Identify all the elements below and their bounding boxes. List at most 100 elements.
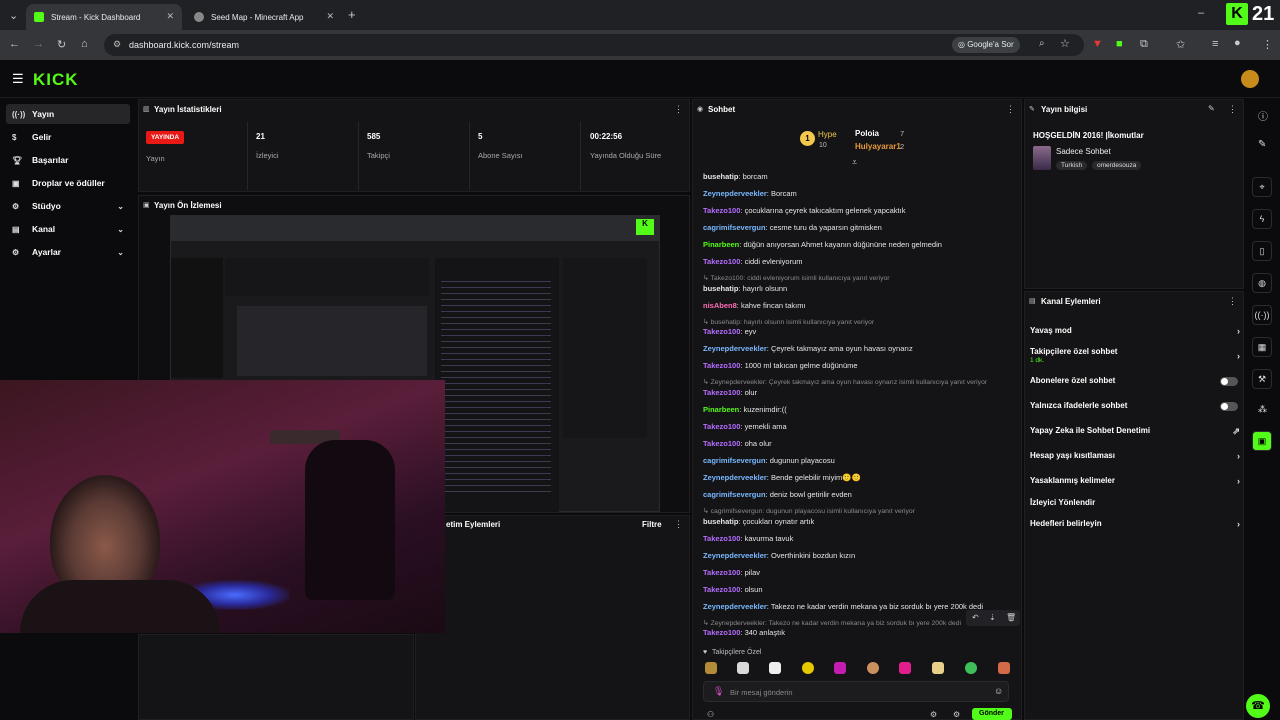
sidebar-item-kanal[interactable]: ▤ Kanal ⌄ <box>6 219 130 239</box>
slow-mode-row[interactable]: Yavaş mod › <box>1030 326 1240 336</box>
subscribers-only-row[interactable]: Abonelere özel sohbet <box>1030 376 1240 386</box>
ai-moderation-row[interactable]: Yapay Zeka ile Sohbet Denetimi ⇗ <box>1030 426 1240 436</box>
chat-username[interactable]: Zeynepderveekler <box>703 551 767 560</box>
chat-message[interactable]: Pinarbeen: düğün anıyorsan Ahmet kayanın… <box>703 240 942 249</box>
chat-username[interactable]: cagrimifsevergun <box>703 223 766 232</box>
rail-help-button[interactable]: ☎ <box>1246 694 1270 718</box>
chat-message[interactable]: Takezo100: ciddi evleniyorum <box>703 257 803 266</box>
chat-message[interactable]: Zeynepderveekler: Takezo ne kadar verdin… <box>703 602 983 611</box>
info-circle-icon[interactable]: ⓘ <box>1258 108 1268 123</box>
pencil-icon[interactable]: ✎ <box>1258 139 1266 150</box>
new-tab-icon[interactable]: + <box>348 7 356 22</box>
emote-icon[interactable] <box>769 662 781 674</box>
chat-message[interactable]: Takezo100: 1000 ml takıcan gelme düğünüm… <box>703 361 858 370</box>
send-button[interactable]: Gönder <box>972 708 1012 720</box>
bookmark-star-icon[interactable]: ☆ <box>1060 37 1070 50</box>
close-tab-icon[interactable]: ✕ <box>326 11 334 22</box>
rail-button-calendar-icon[interactable]: ▦ <box>1252 337 1272 357</box>
chat-username[interactable]: busehatip <box>703 517 738 526</box>
chat-message[interactable]: Zeynepderveekler: Overthinkini bozdun kı… <box>703 551 855 560</box>
expand-icon[interactable]: ⩡ <box>852 157 857 168</box>
chat-message[interactable]: Takezo100: 340 anlaştık <box>703 628 785 637</box>
chat-message[interactable]: Takezo100: eyv <box>703 327 756 336</box>
chat-message[interactable]: Takezo100: olsun <box>703 585 763 594</box>
chat-username[interactable]: Pinarbeen <box>703 405 739 414</box>
chat-username[interactable]: Takezo100 <box>703 361 740 370</box>
chat-username[interactable]: Zeynepderveekler <box>703 189 767 198</box>
chat-username[interactable]: Takezo100 <box>703 628 740 637</box>
chat-username[interactable]: cagrimifsevergun <box>703 456 766 465</box>
subscribers-only-toggle[interactable] <box>1220 377 1238 386</box>
gear-icon[interactable]: ⚙ <box>953 710 960 719</box>
sidebar-item-basarilar[interactable]: 🏆︎ Başarılar <box>6 150 130 170</box>
reply-icon[interactable]: ↶ <box>972 613 979 622</box>
goals-row[interactable]: Hedefleri belirleyin › <box>1030 519 1240 529</box>
chat-username[interactable]: Pinarbeen <box>703 240 739 249</box>
emote-icon[interactable] <box>965 662 977 674</box>
extension-red-icon[interactable]: ▼ <box>1092 38 1103 50</box>
chat-message[interactable]: Takezo100: oha olur <box>703 439 772 448</box>
chat-username[interactable]: Takezo100 <box>703 327 740 336</box>
sidebar-item-studyo[interactable]: ⚙ Stüdyo ⌄ <box>6 196 130 216</box>
chat-username[interactable]: Takezo100 <box>703 568 740 577</box>
extensions-puzzle-icon[interactable]: ⧉ <box>1140 38 1148 51</box>
chat-username[interactable]: Takezo100 <box>703 422 740 431</box>
user-avatar[interactable] <box>1241 70 1259 88</box>
rail-button-bolt-icon[interactable]: ϟ <box>1252 209 1272 229</box>
tag-pill[interactable]: omerdesouza <box>1092 161 1142 170</box>
more-options-icon[interactable]: ⋮ <box>674 519 683 530</box>
chat-message[interactable]: cagrimifsevergun: deniz bowl getirilir e… <box>703 490 852 499</box>
emote-only-row[interactable]: Yalnızca ifadelerle sohbet <box>1030 401 1240 411</box>
chat-username[interactable]: Zeynepderveekler <box>703 344 767 353</box>
tag-pill[interactable]: Turkish <box>1056 161 1088 170</box>
url-input[interactable]: ⚙ dashboard.kick.com/stream ◎ Google'a S… <box>104 34 1084 56</box>
chat-username[interactable]: Zeynepderveekler <box>703 602 767 611</box>
emoji-icon[interactable]: ☺ <box>994 686 1003 696</box>
chat-message[interactable]: Takezo100: pilav <box>703 568 760 577</box>
browser-menu-icon[interactable]: ⋮ <box>1262 38 1273 51</box>
zoom-icon[interactable]: ⌕ <box>1039 38 1045 49</box>
chat-message[interactable]: busehatip: çocukları oynatır artık <box>703 517 814 526</box>
chat-username[interactable]: Takezo100 <box>703 439 740 448</box>
sidebar-item-droplar[interactable]: ▣ Droplar ve ödüller <box>6 173 130 193</box>
chat-message[interactable]: nisAben8: kahve fincan takımı <box>703 301 806 310</box>
kick-logo[interactable]: KICK <box>33 70 79 90</box>
chat-username[interactable]: nisAben8 <box>703 301 737 310</box>
chat-message[interactable]: cagrimifsevergun: cesme turu da yaparsın… <box>703 223 882 232</box>
emote-icon[interactable] <box>867 662 879 674</box>
more-options-icon[interactable]: ⋮ <box>674 104 683 115</box>
chat-username[interactable]: Takezo100 <box>703 206 740 215</box>
emote-icon[interactable] <box>998 662 1010 674</box>
site-info-icon[interactable]: ⚙ <box>113 39 121 50</box>
users-icon[interactable]: ⚇ <box>707 710 714 719</box>
more-options-icon[interactable]: ⋮ <box>1228 296 1237 307</box>
chat-username[interactable]: cagrimifsevergun <box>703 490 766 499</box>
raid-row[interactable]: İzleyici Yönlendir <box>1030 498 1240 507</box>
media-controls-icon[interactable]: ≡ <box>1212 38 1218 50</box>
chat-message[interactable]: Takezo100: olur <box>703 388 757 397</box>
edit-icon[interactable]: ✎ <box>1208 104 1215 113</box>
chat-username[interactable]: Takezo100 <box>703 585 740 594</box>
chat-message[interactable]: Takezo100: kavurma tavuk <box>703 534 793 543</box>
more-options-icon[interactable]: ⋮ <box>1006 104 1015 115</box>
home-icon[interactable]: ⌂ <box>81 38 88 50</box>
sidebar-item-ayarlar[interactable]: ⚙ Ayarlar ⌄ <box>6 242 130 262</box>
rail-dots-icon[interactable]: ⁂ <box>1258 404 1267 415</box>
chat-username[interactable]: Takezo100 <box>703 388 740 397</box>
bookmarks-icon[interactable]: ✩ <box>1176 38 1185 51</box>
rail-button-broadcast-icon[interactable]: ((·)) <box>1252 305 1272 325</box>
delete-icon[interactable]: 🗑︎ <box>1006 613 1016 622</box>
chat-message[interactable]: Zeynepderveekler: Bende gelebilir miyim🙂… <box>703 473 861 482</box>
mic-icon[interactable]: 🎙︎ <box>713 686 724 697</box>
chat-message[interactable]: cagrimifsevergun: dugunun playacosu <box>703 456 835 465</box>
tab-seed-map[interactable]: Seed Map - Minecraft App ✕ <box>186 4 342 30</box>
chat-message[interactable]: busehatip: borcam <box>703 172 768 181</box>
emote-icon[interactable] <box>737 662 749 674</box>
chat-username[interactable]: busehatip <box>703 284 738 293</box>
close-tab-icon[interactable]: ✕ <box>166 11 174 22</box>
chat-message[interactable]: Zeynepderveekler: Borcam <box>703 189 797 198</box>
emote-icon[interactable] <box>899 662 911 674</box>
chat-message[interactable]: Takezo100: yemekli ama <box>703 422 787 431</box>
kick-extension-icon[interactable]: ■ <box>1116 38 1123 50</box>
chat-username[interactable]: Takezo100 <box>703 257 740 266</box>
